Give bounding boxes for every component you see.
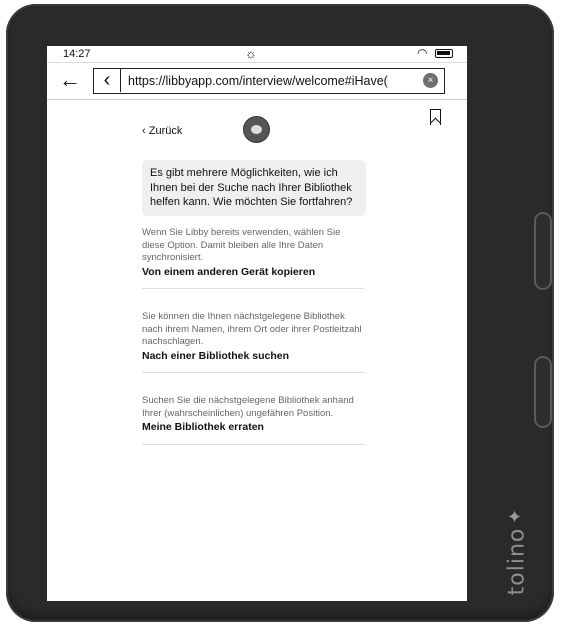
- libby-avatar: [243, 116, 270, 143]
- option-copy-device[interactable]: Wenn Sie Libby bereits verwenden, wählen…: [142, 227, 364, 289]
- device-screen: 14:27 ☼ ◠ ← ‹ https://libbyapp.com/inter…: [47, 46, 467, 601]
- back-arrow-icon[interactable]: ←: [59, 68, 81, 92]
- status-time: 14:27: [63, 48, 91, 60]
- frontlight-icon[interactable]: ☼: [245, 46, 257, 61]
- address-bar[interactable]: ‹ https://libbyapp.com/interview/welcome…: [93, 68, 445, 94]
- option-search-library[interactable]: Sie können die Ihnen nächstgelegene Bibl…: [142, 311, 364, 373]
- clear-url-icon[interactable]: ×: [423, 73, 438, 88]
- bookmark-icon[interactable]: [430, 109, 441, 125]
- option-description: Wenn Sie Libby bereits verwenden, wählen…: [142, 227, 341, 263]
- option-description: Sie können die Ihnen nächstgelegene Bibl…: [142, 311, 362, 347]
- wifi-icon: ◠: [417, 46, 428, 60]
- browser-toolbar: ← ‹ https://libbyapp.com/interview/welco…: [47, 63, 467, 100]
- brand-logo: ✦ tolino: [501, 507, 541, 619]
- option-guess-library[interactable]: Suchen Sie die nächstgelegene Bibliothek…: [142, 395, 364, 445]
- chevron-left-icon[interactable]: ‹: [94, 69, 121, 92]
- option-title[interactable]: Von einem anderen Gerät kopieren: [142, 266, 364, 279]
- battery-icon: [435, 49, 453, 58]
- brand-text: tolino: [504, 527, 530, 596]
- status-bar: 14:27 ☼ ◠: [47, 46, 467, 63]
- option-description: Suchen Sie die nächstgelegene Bibliothek…: [142, 395, 354, 419]
- option-title[interactable]: Nach einer Bibliothek suchen: [142, 350, 364, 363]
- back-link[interactable]: ‹ Zurück: [142, 125, 182, 137]
- question-bubble: Es gibt mehrere Möglichkeiten, wie ich I…: [142, 160, 366, 216]
- page-back-button[interactable]: [534, 356, 552, 428]
- page-forward-button[interactable]: [534, 212, 552, 290]
- option-title[interactable]: Meine Bibliothek erraten: [142, 421, 364, 434]
- brand-bird-icon: ✦: [507, 507, 523, 528]
- url-text[interactable]: https://libbyapp.com/interview/welcome#i…: [128, 74, 388, 88]
